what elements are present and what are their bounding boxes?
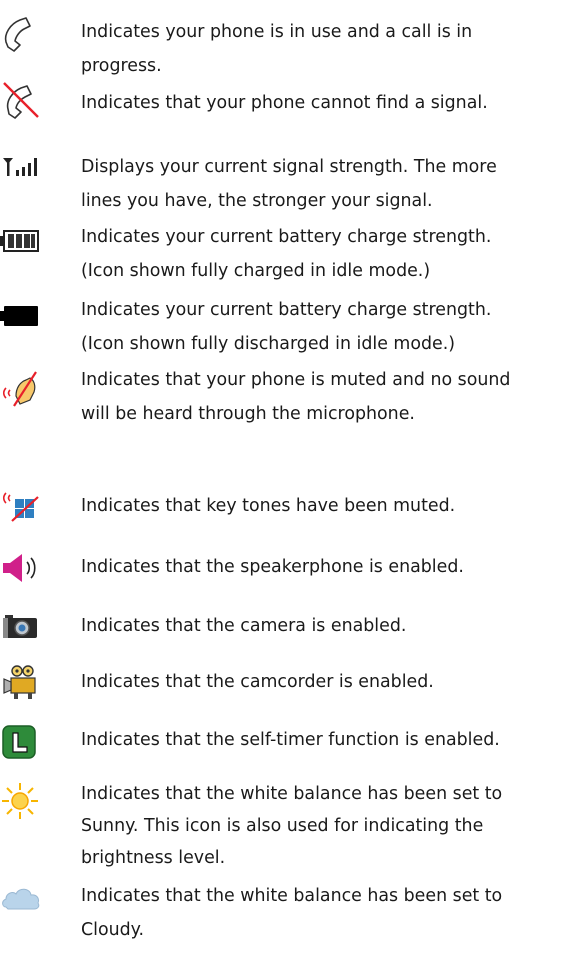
description-line: Cloudy. (81, 920, 145, 940)
description-line: Indicates that key tones have been muted… (81, 496, 456, 516)
description-line: Indicates that the camcorder is enabled. (81, 672, 434, 692)
sunny-icon (0, 781, 48, 821)
description-line: Displays your current signal strength. T… (81, 157, 497, 177)
description-line: progress. (81, 56, 162, 76)
mute-icon (0, 368, 48, 408)
description-line: Indicates that the white balance has bee… (81, 784, 503, 804)
description-line: Indicates your current battery charge st… (81, 300, 492, 320)
description-line: Indicates that your phone cannot find a … (81, 93, 488, 113)
description-line: Sunny. This icon is also used for indica… (81, 816, 484, 836)
description-line: Indicates that your phone is muted and n… (81, 370, 511, 390)
camera-icon (0, 609, 48, 649)
description-line: lines you have, the stronger your signal… (81, 191, 433, 211)
description-line: Indicates that the white balance has bee… (81, 886, 503, 906)
description-line: brightness level. (81, 848, 226, 868)
no-signal-icon (0, 79, 48, 119)
phone-in-use-icon (0, 14, 48, 54)
description-line: will be heard through the microphone. (81, 404, 415, 424)
description-line: Indicates your current battery charge st… (81, 227, 492, 247)
description-line: Indicates your phone is in use and a cal… (81, 22, 473, 42)
description-line: (Icon shown fully discharged in idle mod… (81, 334, 456, 354)
description-line: (Icon shown fully charged in idle mode.) (81, 261, 431, 281)
key-tones-muted-icon (0, 487, 48, 527)
description-line: Indicates that the speakerphone is enabl… (81, 557, 464, 577)
description-line: Indicates that the camera is enabled. (81, 616, 407, 636)
speakerphone-icon (0, 548, 48, 588)
battery-empty-icon (0, 305, 48, 345)
battery-full-icon (0, 230, 48, 270)
signal-strength-icon (0, 152, 48, 192)
cloudy-icon (0, 883, 48, 923)
self-timer-icon (0, 724, 48, 764)
description-line: Indicates that the self-timer function i… (81, 730, 500, 750)
camcorder-icon (0, 663, 48, 703)
